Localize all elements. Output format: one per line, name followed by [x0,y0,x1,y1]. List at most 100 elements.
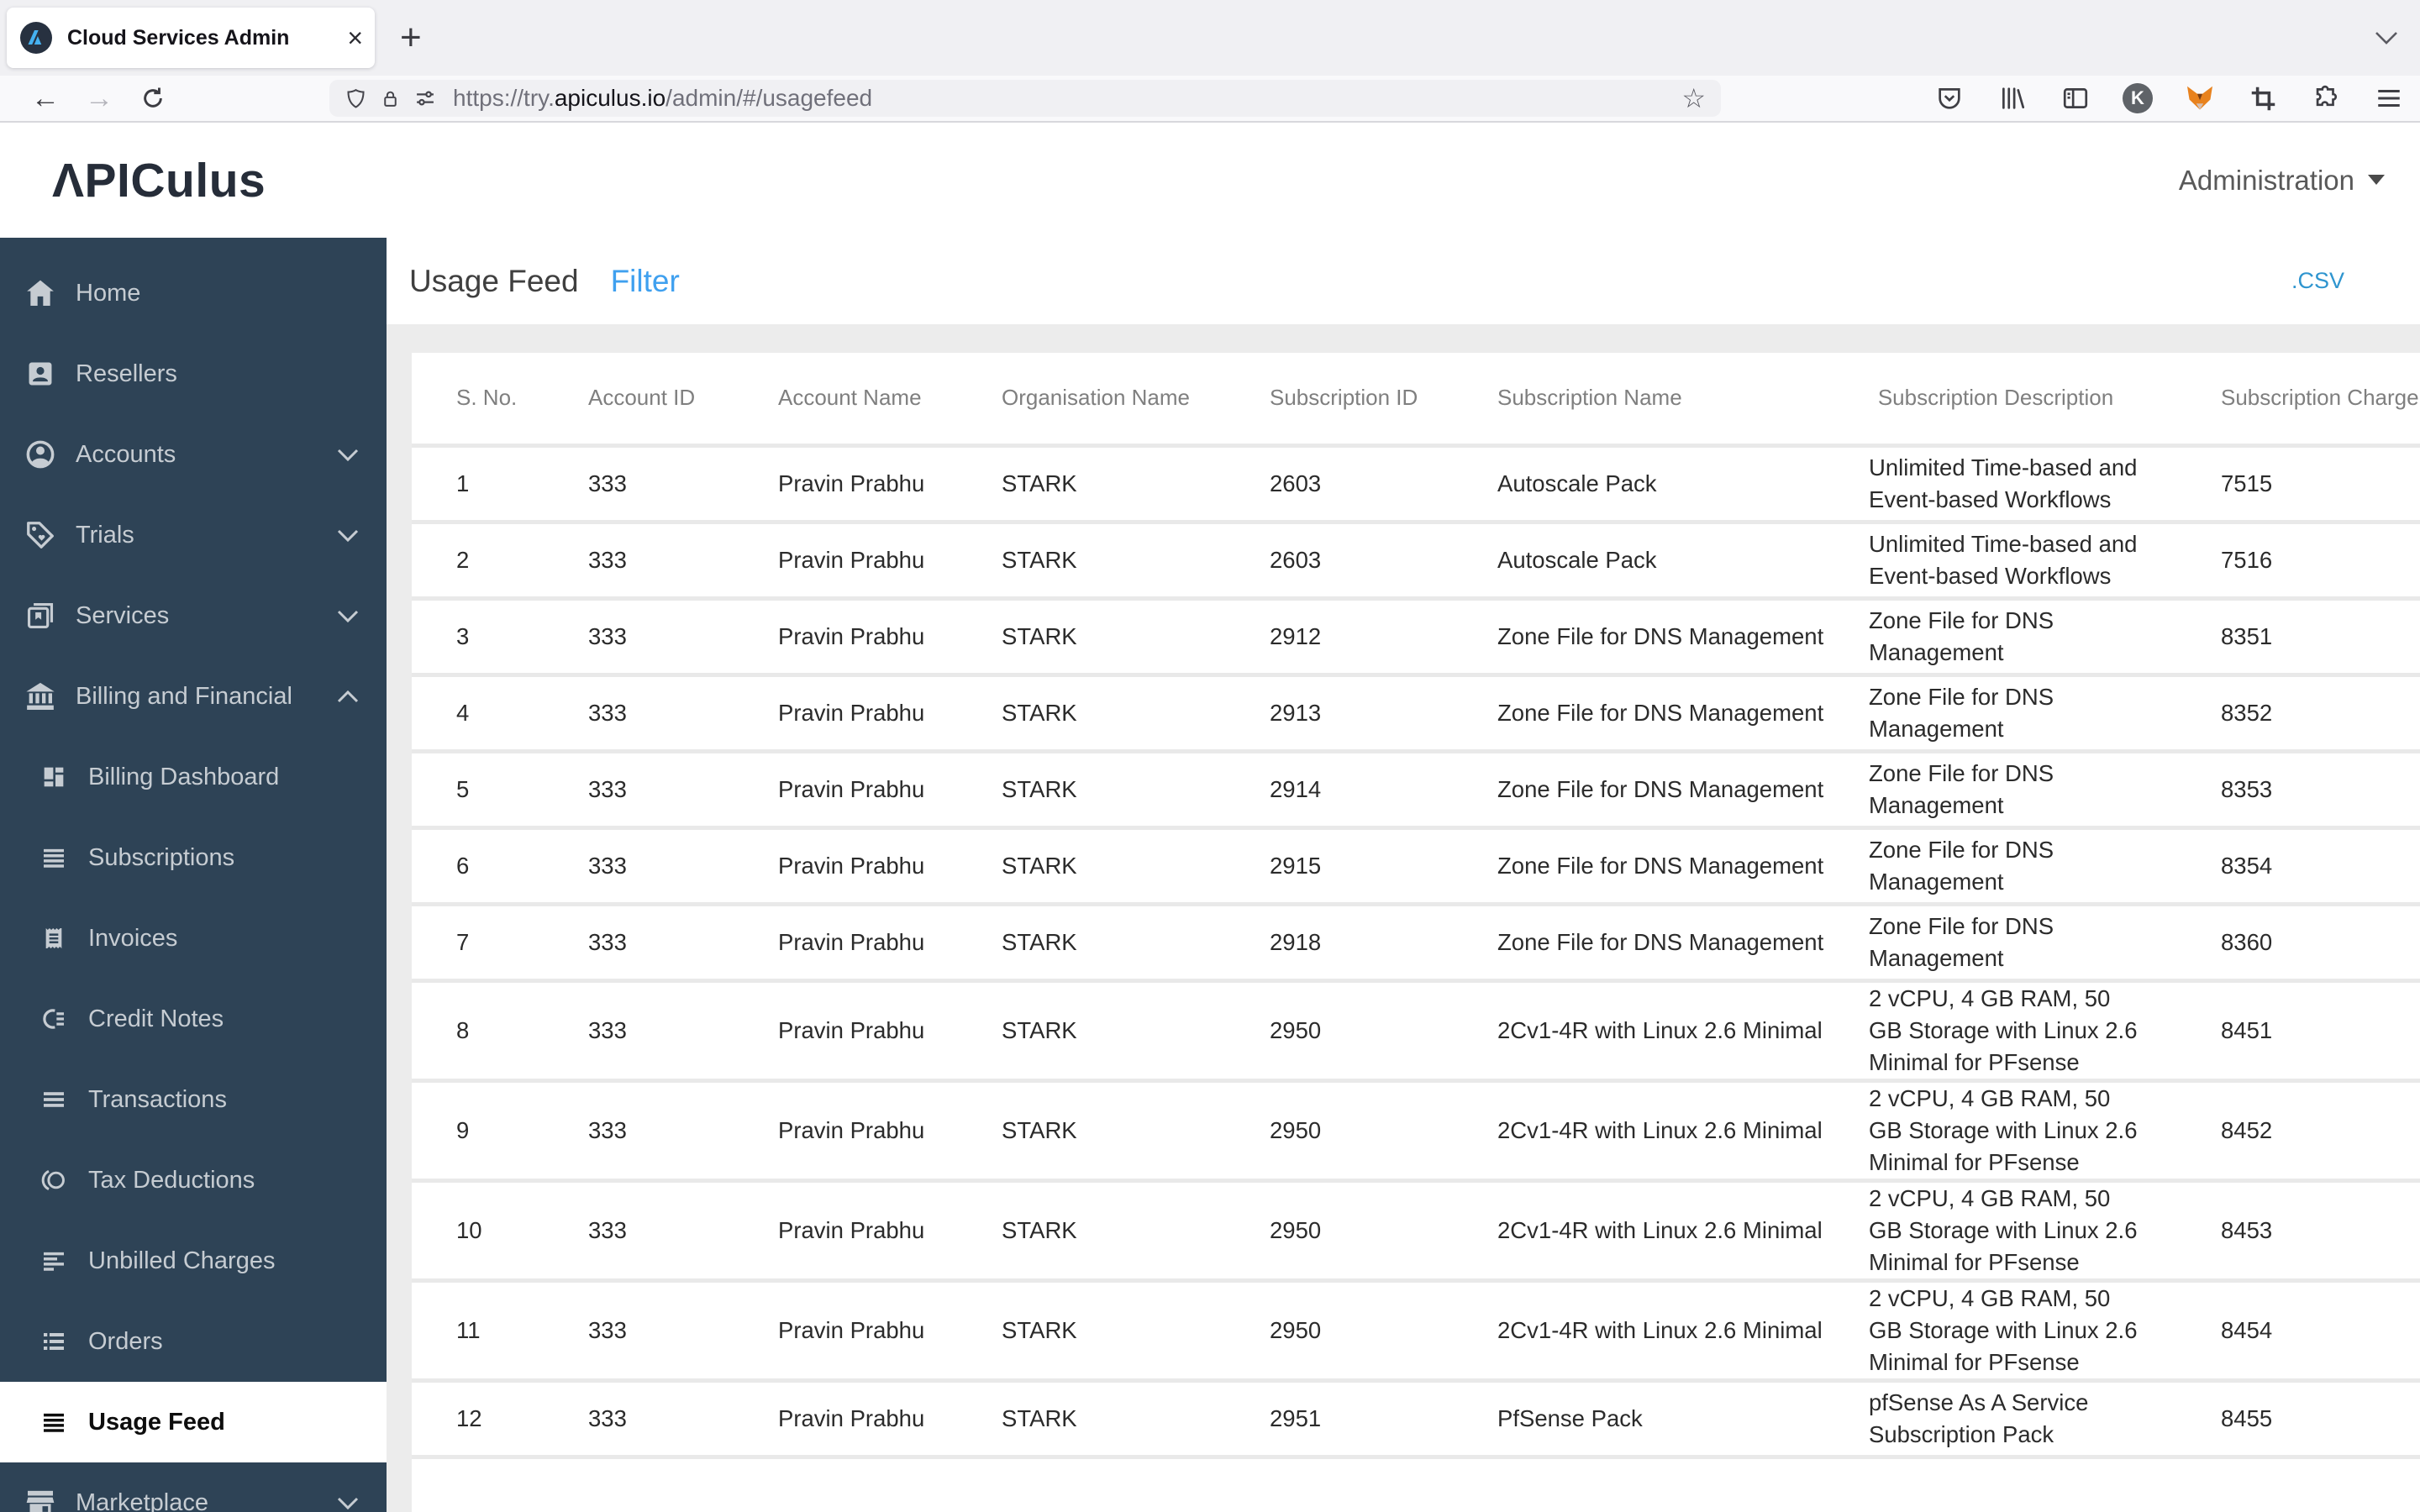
table-row: 9 333 Pravin Prabhu STARK 2950 2Cv1-4R w… [412,1080,2420,1183]
cell-subscription-description: 2 vCPU, 4 GB RAM, 50 GB Storage with Lin… [1815,980,2176,1083]
browser-toolbar: ← → https://try.apiculus.io/admin/#/usag… [0,76,2420,123]
metamask-fox-icon[interactable] [2184,82,2216,114]
sidebar-item-accounts[interactable]: Accounts [0,414,387,495]
cell-account-id: 333 [538,598,724,677]
column-header-subscription-charge[interactable]: Subscription Charge [2176,353,2420,448]
list-all-tabs-chevron-icon[interactable] [2375,31,2398,45]
column-header-subscription-description[interactable]: Subscription Description [1815,353,2176,448]
extensions-puzzle-icon[interactable] [2310,82,2342,114]
sidebar-item-home[interactable]: Home [0,253,387,333]
apiculus-favicon-icon [20,22,52,54]
column-header-account-id[interactable]: Account ID [538,353,724,448]
tab-close-icon[interactable]: × [347,24,363,51]
cell-subscription-id: 2918 [1218,904,1445,983]
cell-subscription-description: Unlimited Time-based and Event-based Wor… [1815,445,2176,524]
browser-tab[interactable]: Cloud Services Admin × [7,8,375,68]
cell-subscription-charge: 7515 [2176,445,2420,524]
pocket-icon[interactable] [1933,82,1965,114]
cell-account-id: 333 [538,1280,724,1383]
filter-link[interactable]: Filter [611,264,680,299]
sidebar-item-label: Credit Notes [88,1005,224,1032]
forward-button[interactable]: → [72,76,126,121]
cell-organisation-name: STARK [950,522,1218,601]
cell-account-id: 333 [538,1080,724,1183]
apiculus-logo: ΛPICulus [52,153,266,207]
administration-menu-label: Administration [2178,164,2354,196]
sidebar-item-services[interactable]: Services [0,575,387,656]
cell-account-name: Pravin Prabhu [724,751,950,830]
sidebar-item-label: Invoices [88,924,178,952]
sidebar-item-usage-feed[interactable]: Usage Feed [0,1382,387,1462]
cell-subscription-description: 2 vCPU, 4 GB RAM, 50 GB Storage with Lin… [1815,1180,2176,1283]
table-row: 5 333 Pravin Prabhu STARK 2914 Zone File… [412,751,2420,830]
cell-subscription-description: Zone File for DNS Management [1815,675,2176,753]
sidebar-item-orders[interactable]: Orders [0,1301,387,1382]
sidebar-item-credit-notes[interactable]: Credit Notes [0,979,387,1059]
sidebar-item-tax-deductions[interactable]: Tax Deductions [0,1140,387,1221]
cell-account-id: 333 [538,904,724,983]
cell-account-id: 333 [538,445,724,524]
unbilled-charges-icon [39,1247,68,1275]
chevron-down-icon [337,529,359,542]
cell-organisation-name: STARK [950,904,1218,983]
library-icon[interactable] [1996,82,2028,114]
cell-organisation-name: STARK [950,827,1218,906]
column-header-s-no[interactable]: S. No. [412,353,538,448]
cell-subscription-id: 2951 [1218,1380,1445,1459]
cell-organisation-name: STARK [950,1380,1218,1459]
cell-subscription-charge: 8454 [2176,1280,2420,1383]
cell-account-name: Pravin Prabhu [724,1380,950,1459]
sidebar-item-marketplace[interactable]: Marketplace [0,1462,387,1512]
shield-icon[interactable] [345,87,367,110]
permissions-icon[interactable] [413,87,437,110]
sidebar-item-trials[interactable]: Trials [0,495,387,575]
back-button[interactable]: ← [18,76,72,121]
column-header-account-name[interactable]: Account Name [724,353,950,448]
administration-menu[interactable]: Administration [2179,165,2385,197]
sidebar-item-label: Tax Deductions [88,1166,255,1194]
table-row: 6 333 Pravin Prabhu STARK 2915 Zone File… [412,827,2420,906]
cell-account-name: Pravin Prabhu [724,904,950,983]
browser-window: Cloud Services Admin × + ← → https://try… [0,0,2420,1512]
sidebar-item-billing-dashboard[interactable]: Billing Dashboard [0,737,387,817]
receipt-icon [39,924,68,953]
cell-s-no: 5 [412,751,538,830]
menu-hamburger-icon[interactable] [2373,82,2405,114]
lock-icon[interactable] [380,88,401,109]
bookmark-star-icon[interactable]: ☆ [1681,82,1706,114]
sidebar-item-billing-and-financial[interactable]: Billing and Financial [0,656,387,737]
sidebar-item-unbilled-charges[interactable]: Unbilled Charges [0,1221,387,1301]
crop-extension-icon[interactable] [2247,82,2279,114]
sidebar-item-invoices[interactable]: Invoices [0,898,387,979]
reload-button[interactable] [126,76,180,121]
sidebar-toggle-icon[interactable] [2060,82,2091,114]
new-tab-button[interactable]: + [400,19,422,56]
sidebar-item-label: Usage Feed [88,1408,225,1436]
cell-subscription-charge: 8360 [2176,904,2420,983]
sidebar-item-resellers[interactable]: Resellers [0,333,387,414]
extension-k-icon[interactable]: K [2123,83,2153,113]
cell-organisation-name: STARK [950,598,1218,677]
cell-account-id: 333 [538,1380,724,1459]
cell-account-name: Pravin Prabhu [724,980,950,1083]
column-header-subscription-id[interactable]: Subscription ID [1218,353,1445,448]
cell-subscription-id: 2915 [1218,827,1445,906]
url-bar[interactable]: https://try.apiculus.io/admin/#/usagefee… [329,80,1721,117]
csv-export-link[interactable]: .CSV [2291,268,2344,294]
cell-subscription-charge: 8455 [2176,1380,2420,1459]
cell-subscription-name: Zone File for DNS Management [1445,827,1823,906]
sidebar-item-subscriptions[interactable]: Subscriptions [0,817,387,898]
cell-account-id: 333 [538,675,724,753]
url-text[interactable]: https://try.apiculus.io/admin/#/usagefee… [453,85,872,112]
column-header-subscription-name[interactable]: Subscription Name [1445,353,1815,448]
cell-organisation-name: STARK [950,1180,1218,1283]
cell-subscription-charge: 8451 [2176,980,2420,1083]
column-header-organisation-name[interactable]: Organisation Name [950,353,1218,448]
table-row: 1 333 Pravin Prabhu STARK 2603 Autoscale… [412,445,2420,524]
chevron-up-icon [337,690,359,703]
cell-subscription-id: 2603 [1218,522,1445,601]
sidebar-item-transactions[interactable]: Transactions [0,1059,387,1140]
cell-subscription-id: 2950 [1218,1280,1445,1383]
cell-organisation-name: STARK [950,980,1218,1083]
cell-s-no: 11 [412,1280,538,1383]
